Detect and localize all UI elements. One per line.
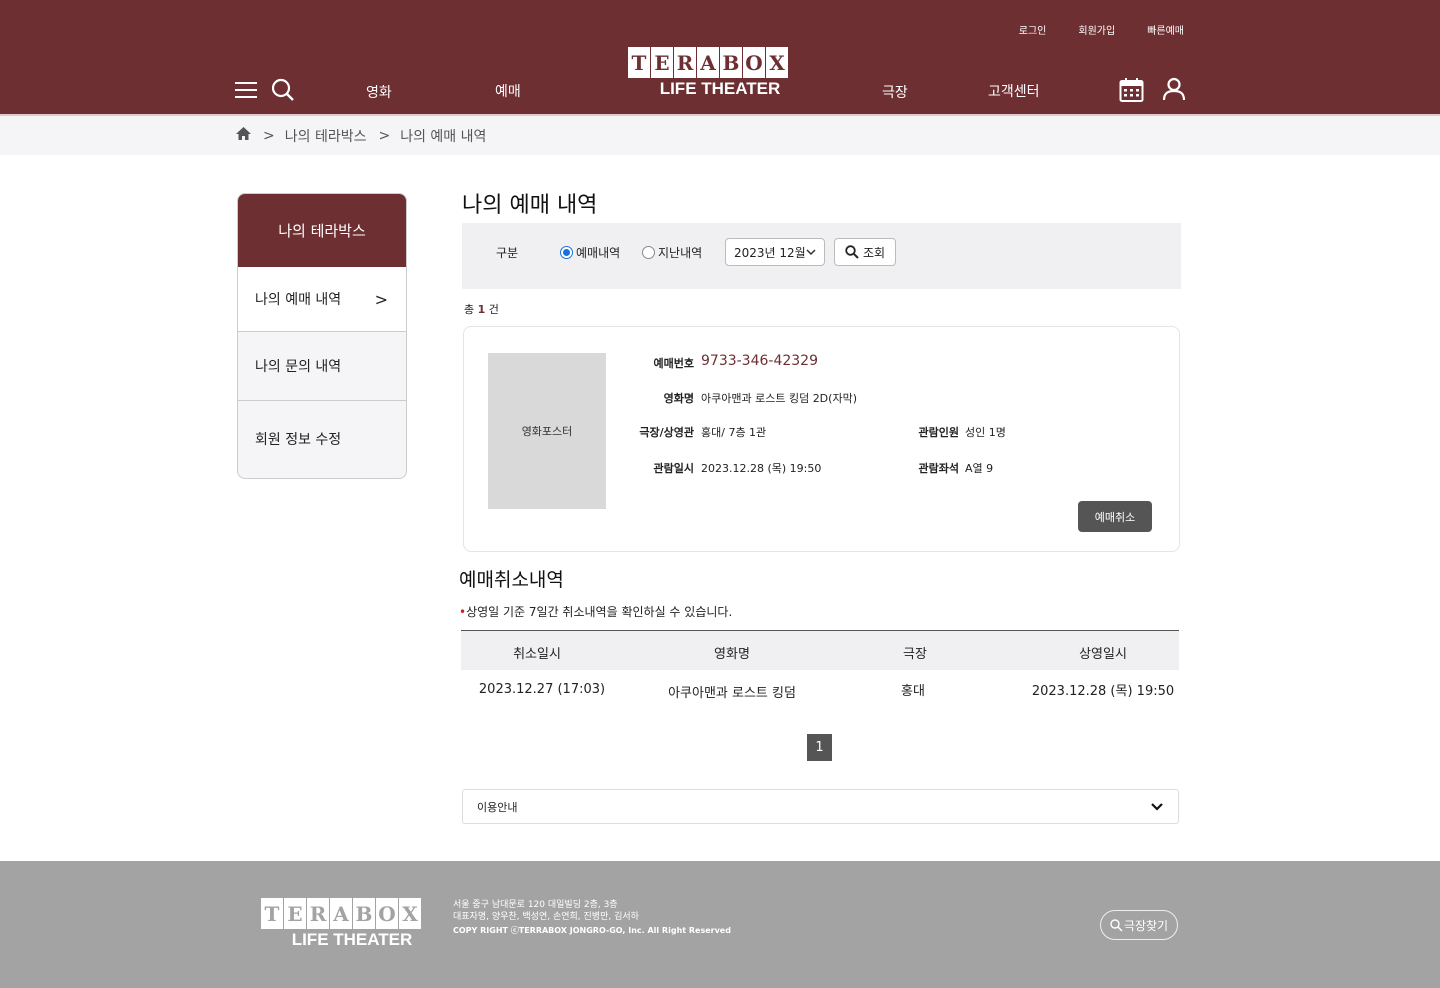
sidebar-item-my-reservations[interactable]: 나의 예매 내역 >: [238, 267, 406, 332]
month-select[interactable]: 2023년 12월: [725, 238, 825, 266]
footer: T E R A B O X LIFE THEATER 서울 중구 남대문로 12…: [0, 861, 1440, 988]
home-icon[interactable]: [236, 127, 251, 145]
column-header: 상영일시: [1079, 647, 1127, 662]
find-theater-label: 극장찾기: [1123, 918, 1169, 933]
cancel-history-table: 취소일시 영화명 극장 상영일시 2023.12.27 (17:03) 아쿠아맨…: [461, 630, 1179, 710]
search-button-label: 조회: [863, 245, 886, 260]
filter-panel: 구분 예매내역 지난내역 2023년 12월 조회: [462, 223, 1181, 289]
logo-subtitle: LIFE THEATER: [659, 79, 781, 98]
radio-label: 예매내역: [576, 246, 621, 260]
sidebar-item-label: 나의 문의 내역: [255, 359, 342, 375]
breadcrumb: > 나의 테라박스 > 나의 예매 내역: [0, 116, 1440, 155]
month-select-value: 2023년 12월: [734, 245, 806, 260]
logo-letters: T E R A B O X: [628, 47, 812, 78]
breadcrumb-separator: >: [378, 128, 391, 144]
column-header: 극장: [903, 647, 927, 662]
note-text: 상영일 기준 7일간 취소내역을 확인하실 수 있습니다.: [466, 605, 733, 619]
usage-guide-accordion[interactable]: 이용안내: [462, 789, 1179, 824]
breadcrumb-my-terabox[interactable]: 나의 테라박스: [285, 126, 367, 146]
breadcrumb-my-reservations[interactable]: 나의 예매 내역: [400, 126, 486, 146]
table-row: 2023.12.27 (17:03) 아쿠아맨과 로스트 킹덤 홍대 2023.…: [461, 670, 1179, 710]
theater-value: 홍대/ 7층 1관: [701, 426, 767, 439]
radio-checked-icon: [560, 246, 573, 259]
footer-logo: T E R A B O X LIFE THEATER: [261, 898, 443, 950]
user-icon[interactable]: [1162, 77, 1186, 101]
total-suffix: 건: [488, 303, 499, 316]
total-number: 1: [477, 303, 486, 316]
seat-value: A열 9: [965, 462, 994, 475]
filter-label: 구분: [496, 246, 519, 260]
nav-movie[interactable]: 영화: [366, 82, 392, 102]
signup-link[interactable]: 회원가입: [1078, 22, 1115, 37]
reservation-number: 9733-346-42329: [701, 353, 818, 369]
sidebar: 나의 테라박스 나의 예매 내역 > 나의 문의 내역 회원 정보 수정: [237, 193, 407, 479]
sidebar-item-label: 나의 예매 내역: [255, 292, 342, 308]
cancel-history-note: •상영일 기준 7일간 취소내역을 확인하실 수 있습니다.: [459, 603, 732, 620]
footer-ceo: 대표자명, 양우찬, 백성연, 손연희, 진병만, 김서하: [453, 912, 639, 922]
nav-reserve[interactable]: 예매: [495, 81, 521, 101]
calendar-icon[interactable]: [1119, 77, 1144, 103]
nav-support[interactable]: 고객센터: [988, 81, 1040, 101]
menu-icon[interactable]: [235, 80, 257, 100]
total-count: 총 1 건: [464, 301, 499, 317]
column-header: 취소일시: [513, 647, 561, 662]
table-header: 취소일시 영화명 극장 상영일시: [461, 630, 1179, 670]
datetime-label: 관람일시: [653, 462, 694, 475]
movie-title: 아쿠아맨과 로스트 킹덤 2D(자막): [701, 392, 857, 405]
column-header: 영화명: [714, 647, 750, 662]
terabox-logo[interactable]: T E R A B O X LIFE THEATER: [628, 47, 812, 99]
search-button[interactable]: 조회: [834, 238, 896, 266]
search-icon: [845, 245, 859, 259]
pagination-page-1[interactable]: 1: [807, 734, 832, 761]
sidebar-item-my-inquiries[interactable]: 나의 문의 내역: [238, 332, 406, 401]
reservation-card: 영화포스터 예매번호 9733-346-42329 영화명 아쿠아맨과 로스트 …: [463, 326, 1180, 552]
radio-unchecked-icon: [642, 246, 655, 259]
table-cell: 홍대: [901, 684, 925, 699]
find-theater-button[interactable]: 극장찾기: [1100, 910, 1178, 940]
datetime-value: 2023.12.28 (목) 19:50: [701, 462, 822, 475]
table-cell: 2023.12.28 (목) 19:50: [1031, 684, 1175, 699]
total-prefix: 총: [464, 303, 475, 316]
footer-address: 서울 중구 남대문로 120 대일빌딩 2층, 3층: [453, 900, 618, 910]
search-icon: [1110, 918, 1123, 932]
people-label: 관람인원: [918, 426, 959, 439]
resno-label: 예매번호: [653, 357, 694, 370]
table-cell: 2023.12.27 (17:03): [478, 682, 606, 697]
people-value: 성인 1명: [965, 426, 1006, 439]
footer-info: 서울 중구 남대문로 120 대일빌딩 2층, 3층 대표자명, 양우찬, 백성…: [453, 899, 731, 937]
sidebar-item-edit-profile[interactable]: 회원 정보 수정: [238, 401, 406, 477]
radio-label: 지난내역: [658, 246, 703, 260]
footer-copyright: COPY RIGHT ⓒTERRABOX JONGRO-GO, Inc. All…: [453, 926, 731, 935]
table-cell: 아쿠아맨과 로스트 킹덤: [668, 686, 796, 701]
sidebar-title: 나의 테라박스: [238, 194, 406, 267]
theater-label: 극장/상영관: [639, 426, 694, 439]
login-link[interactable]: 로그인: [1019, 22, 1047, 37]
breadcrumb-separator: >: [263, 128, 275, 144]
usage-guide-label: 이용안내: [477, 800, 518, 814]
sidebar-item-label: 회원 정보 수정: [255, 432, 342, 448]
cancel-history-title: 예매취소내역: [459, 569, 564, 591]
seat-label: 관람좌석: [918, 462, 959, 475]
quick-reserve-link[interactable]: 빠른예매: [1147, 22, 1184, 37]
chevron-right-icon: >: [374, 289, 388, 309]
movie-poster: 영화포스터: [488, 353, 606, 509]
nav-theater[interactable]: 극장: [882, 82, 908, 102]
radio-past-reservations[interactable]: 지난내역: [642, 244, 702, 261]
movie-label: 영화명: [663, 392, 694, 405]
footer-logo-subtitle: LIFE THEATER: [291, 930, 413, 949]
top-links: 로그인 회원가입 빠른예매: [987, 22, 1184, 37]
footer-logo-letters: T E R A B O X: [261, 898, 443, 929]
search-icon[interactable]: [271, 78, 295, 102]
radio-current-reservations[interactable]: 예매내역: [560, 244, 620, 261]
page-title: 나의 예매 내역: [462, 193, 598, 218]
header: 로그인 회원가입 빠른예매 영화 예매 T E R A B O X LIFE T…: [0, 0, 1440, 114]
cancel-reservation-button[interactable]: 예매취소: [1078, 501, 1152, 532]
chevron-down-icon: [1150, 800, 1164, 817]
chevron-down-icon: [806, 245, 816, 262]
